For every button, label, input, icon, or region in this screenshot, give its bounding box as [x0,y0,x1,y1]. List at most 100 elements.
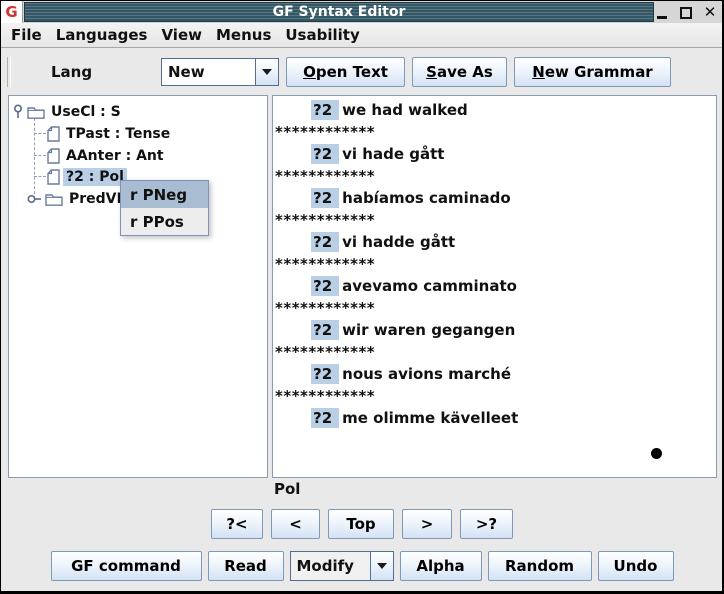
metavariable-token[interactable]: ?2 [311,364,339,384]
gf-logo-icon: G [5,5,17,20]
linearization-line-spanish: ?2habíamos caminado [275,187,714,209]
linearization-text: me olimme kävelleet [342,409,518,427]
metavariable-token[interactable]: ?2 [311,144,339,164]
document-icon [47,126,60,142]
tree-node-predvp[interactable]: PredVP [27,188,130,209]
save-as-button[interactable]: Save As [412,57,507,87]
menubar: File Languages View Menus Usability [1,23,722,48]
undo-button[interactable]: Undo [598,551,674,581]
window-controls: ✕ [655,1,717,23]
metavariable-token[interactable]: ?2 [311,100,339,120]
separator-line: ************ [275,253,714,275]
metavariable-token[interactable]: ?2 [311,232,339,252]
linearization-line-swedish: ?2vi hade gått [275,143,714,165]
status-label: Pol [274,480,300,498]
folder-icon [27,105,45,119]
tree-node-label: TPast : Tense [63,125,173,143]
popup-item-ppos[interactable]: r PPos [121,208,208,235]
tree-node-aanter[interactable]: AAnter : Ant [47,145,167,166]
tree-node-usecl[interactable]: UseCl : S [12,101,124,122]
linearization-text: nous avions marché [342,365,511,383]
linearization-line-english: ?2we had walked [275,99,714,121]
minimize-button[interactable] [655,5,669,20]
tree-node-tpast[interactable]: TPast : Tense [47,123,173,144]
separator-line: ************ [275,297,714,319]
metavariable-token[interactable]: ?2 [311,188,339,208]
document-icon [47,148,60,164]
titlebar: G GF Syntax Editor ✕ [1,1,722,23]
linearization-text: wir waren gegangen [342,321,515,339]
modify-combobox-arrow-button[interactable] [370,552,393,580]
menu-languages[interactable]: Languages [49,24,155,46]
random-button[interactable]: Random [488,551,592,581]
separator-line: ************ [275,209,714,231]
menu-menus[interactable]: Menus [209,24,278,46]
tree-collapse-handle[interactable] [27,193,42,205]
linearization-text: habíamos caminado [342,189,511,207]
linearization-line-french: ?2nous avions marché [275,363,714,385]
read-button[interactable]: Read [208,551,284,581]
language-combobox[interactable]: New [161,58,279,86]
separator-line: ************ [275,341,714,363]
close-button[interactable]: ✕ [703,5,717,20]
separator-line: ************ [275,165,714,187]
tree-connector-stub [34,133,46,134]
metavariable-token[interactable]: ?2 [311,276,339,296]
close-icon: ✕ [704,5,717,20]
toolbar-grip[interactable] [7,57,11,87]
folder-icon [45,192,63,206]
tree-expand-handle[interactable] [12,104,24,119]
gf-syntax-editor-window: G GF Syntax Editor ✕ File Languages View… [0,0,724,594]
popup-item-pneg[interactable]: r PNeg [121,181,208,208]
next-metavariable-button[interactable]: >? [460,509,513,539]
tree-node-pol-selected[interactable]: ?2 : Pol [47,166,127,187]
language-combobox-value: New [162,59,255,85]
lang-label: Lang [51,49,92,94]
maximize-icon [680,7,692,19]
separator-line: ************ [275,385,714,407]
open-text-button[interactable]: Open Text [286,57,405,87]
new-grammar-label: New Grammar [532,63,652,81]
metavariable-token[interactable]: ?2 [311,408,339,428]
chevron-down-icon [262,69,272,75]
menu-view[interactable]: View [154,24,209,46]
window-menu-button[interactable]: G [1,1,23,23]
open-text-label: Open Text [303,63,388,81]
top-button[interactable]: Top [328,509,394,539]
metavariable-token[interactable]: ?2 [311,320,339,340]
command-row: GF command Read Modify Alpha Random Undo [0,551,724,581]
linearization-line-norwegian: ?2vi hadde gått [275,231,714,253]
prev-node-button[interactable]: < [271,509,320,539]
linearization-line-finnish: ?2me olimme kävelleet [275,407,714,429]
maximize-button[interactable] [679,5,693,20]
linearization-panel[interactable]: ?2we had walked ************ ?2vi hade g… [272,95,717,478]
tree-connector-line [34,118,35,199]
linearization-lines: ?2we had walked ************ ?2vi hade g… [275,99,714,429]
linearization-text: we had walked [342,101,468,119]
toolbar: Lang New Open Text Save As New Grammar [1,49,722,94]
next-node-button[interactable]: > [402,509,452,539]
syntax-tree-panel[interactable]: UseCl : S TPast : Tense AAnter : Ant ?2 … [8,95,268,478]
prev-metavariable-button[interactable]: ?< [211,509,263,539]
document-icon [47,169,60,185]
menu-usability[interactable]: Usability [278,24,366,46]
linearization-line-german: ?2wir waren gegangen [275,319,714,341]
gf-command-button[interactable]: GF command [51,551,202,581]
alpha-button[interactable]: Alpha [400,551,482,581]
linearization-text: vi hade gått [342,145,444,163]
linearization-line-italian: ?2avevamo camminato [275,275,714,297]
chevron-down-icon [377,563,387,569]
minimize-icon [657,16,667,19]
new-grammar-button[interactable]: New Grammar [514,57,671,87]
linearization-text: avevamo camminato [342,277,517,295]
tree-connector-stub [34,176,46,177]
separator-line: ************ [275,121,714,143]
tree-connector-stub [34,155,46,156]
menu-file[interactable]: File [4,24,49,46]
refinement-popup-menu: r PNeg r PPos [120,180,209,236]
tree-node-label: UseCl : S [48,103,124,121]
modify-combobox[interactable]: Modify [290,551,394,581]
focus-dot [651,448,662,459]
title-strip[interactable]: GF Syntax Editor [24,2,654,22]
language-combobox-arrow-button[interactable] [255,59,278,85]
